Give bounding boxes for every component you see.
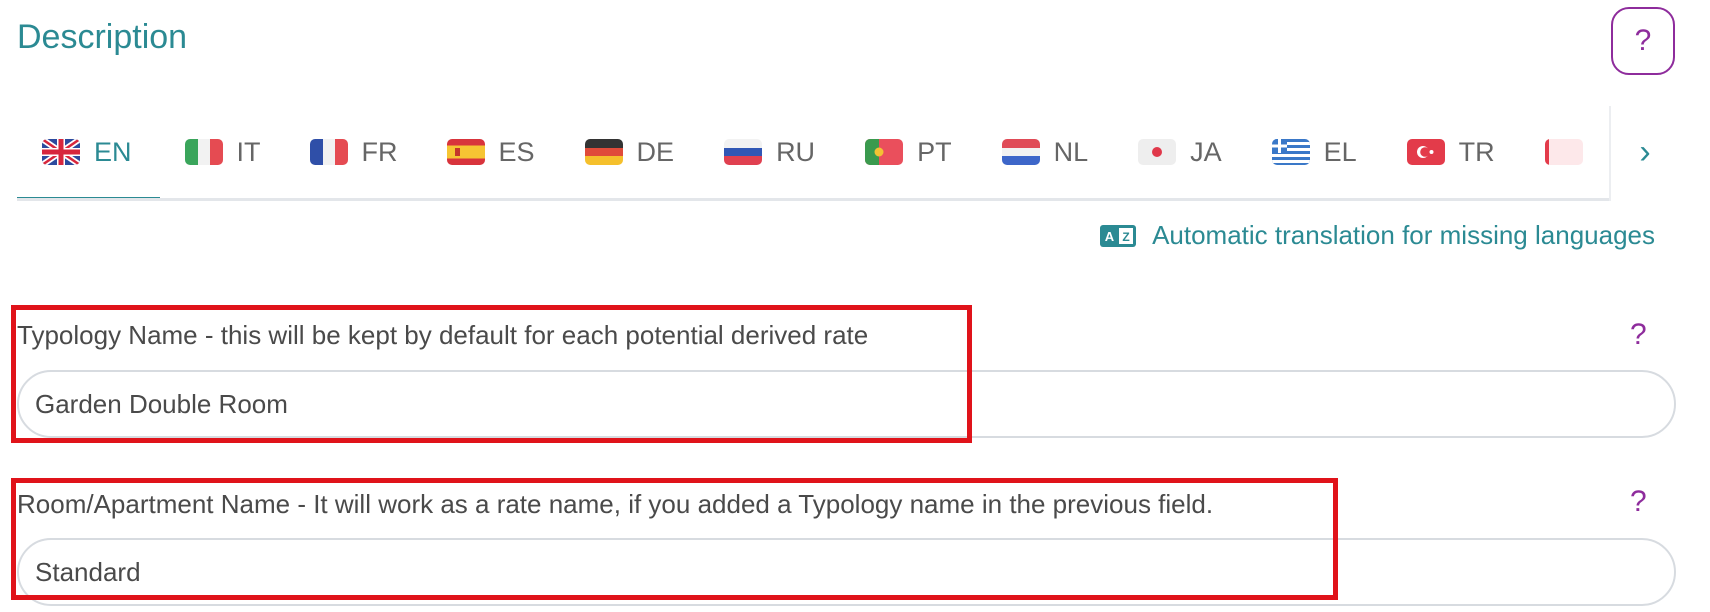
room-name-help-icon[interactable]: ? [1630,485,1647,519]
tab-label: NL [1053,136,1089,167]
tab-nl[interactable]: NL [976,106,1113,198]
room-name-highlight-box [11,478,1338,600]
tab-label: DE [636,136,675,167]
tab-de[interactable]: DE [559,106,699,198]
tab-partial[interactable] [1519,106,1597,198]
tabs-next-chevron-icon[interactable]: › [1625,130,1665,174]
partial-flag-icon [1544,139,1583,165]
tab-ru[interactable]: RU [698,106,839,198]
auto-translate-link[interactable]: A Z Automatic translation for missing la… [1100,220,1655,251]
gr-flag-icon [1271,139,1310,165]
tab-label: JA [1190,136,1222,167]
tab-tr[interactable]: TR [1381,106,1519,198]
nl-flag-icon [1001,139,1040,165]
pt-flag-icon [865,139,904,165]
section-title: Description [17,18,188,56]
auto-translate-label: Automatic translation for missing langua… [1152,220,1655,250]
tab-fr[interactable]: FR [285,106,422,198]
svg-text:A: A [1105,229,1115,244]
tab-label: ES [498,136,535,167]
tab-es[interactable]: ES [422,106,559,198]
typology-help-icon[interactable]: ? [1630,318,1647,352]
tab-it[interactable]: IT [160,106,285,198]
gb-flag-icon [42,139,80,165]
tab-en[interactable]: EN [17,106,160,198]
translate-icon: A Z [1100,224,1137,247]
tab-pt[interactable]: PT [839,106,976,198]
tab-label: PT [917,136,952,167]
language-tabs: EN IT FR ES DE RU PT NL JA EL TR [17,106,1609,201]
de-flag-icon [584,139,623,165]
tab-label: EN [94,136,132,167]
it-flag-icon [184,139,223,165]
jp-flag-icon [1138,139,1177,165]
tab-ja[interactable]: JA [1112,106,1246,198]
tabs-scroll-edge [1609,106,1611,201]
tab-label: RU [776,136,816,167]
tab-label: FR [361,136,398,167]
tab-label: TR [1458,136,1495,167]
typology-highlight-box [11,305,972,443]
fr-flag-icon [309,139,348,165]
tab-label: EL [1323,136,1357,167]
es-flag-icon [446,139,485,165]
svg-text:Z: Z [1122,230,1129,244]
tr-flag-icon [1406,139,1445,165]
section-help-button[interactable]: ? [1611,7,1675,75]
tab-el[interactable]: EL [1246,106,1381,198]
ru-flag-icon [724,139,763,165]
tab-label: IT [236,136,261,167]
